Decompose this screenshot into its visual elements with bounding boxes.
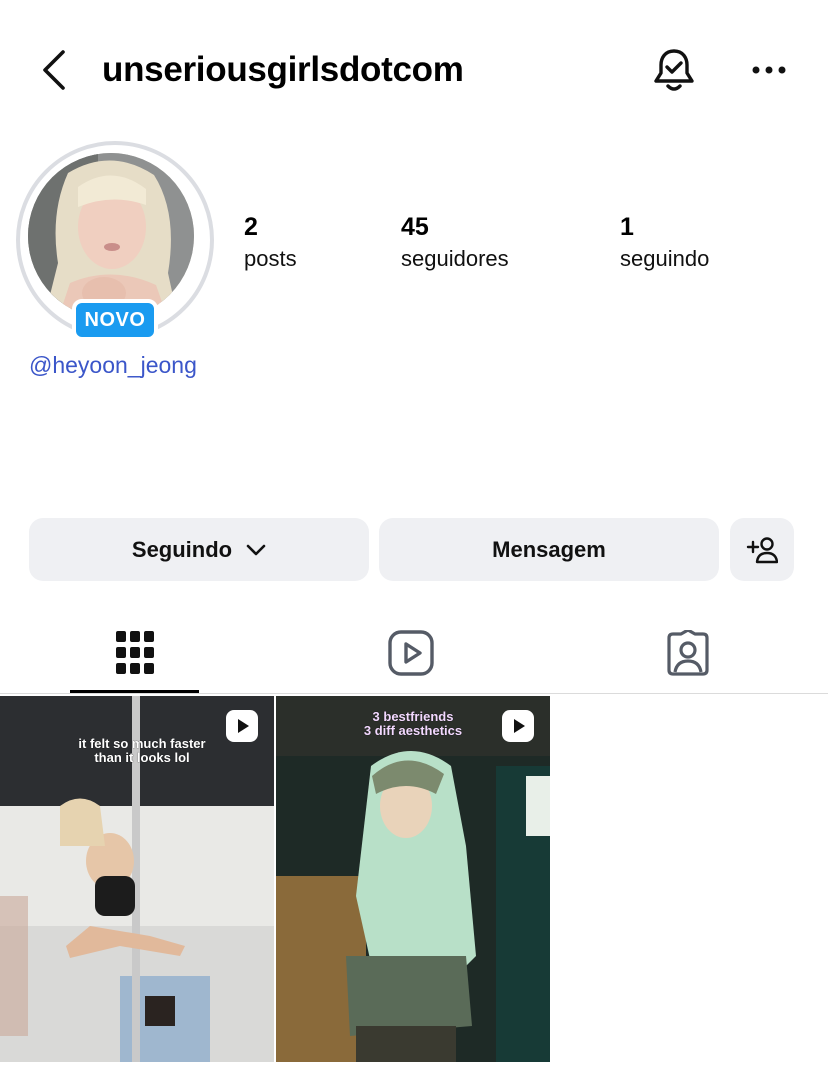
avatar-photo <box>28 153 194 319</box>
stat-followers-label: seguidores <box>401 246 509 271</box>
stat-followers[interactable]: 45 seguidores <box>401 212 509 274</box>
message-button[interactable]: Mensagem <box>379 518 719 581</box>
post-1-caption: it felt so much faster than it looks lol <box>78 736 206 765</box>
stat-posts[interactable]: 2 posts <box>244 212 297 274</box>
add-person-button[interactable] <box>730 518 794 581</box>
stat-posts-value: 2 <box>244 213 258 241</box>
notifications-button[interactable] <box>650 44 698 96</box>
profile-tabs <box>0 612 828 694</box>
add-person-icon <box>746 536 778 563</box>
chevron-down-icon <box>246 544 266 556</box>
bell-check-icon <box>654 49 694 91</box>
grid-post-2[interactable]: 3 bestfriends 3 diff aesthetics <box>276 696 550 1062</box>
reel-indicator-icon <box>502 710 534 742</box>
post-2-image <box>276 696 550 1062</box>
reels-icon <box>387 630 434 676</box>
stat-followers-value: 45 <box>401 213 429 241</box>
active-tab-indicator <box>70 690 199 693</box>
reel-indicator-icon <box>226 710 258 742</box>
profile-username-title: unseriousgirlsdotcom <box>102 50 464 89</box>
message-button-label: Mensagem <box>492 536 606 562</box>
following-button-label: Seguindo <box>131 536 233 562</box>
linked-account-handle[interactable]: @heyoon_jeong <box>29 352 197 379</box>
more-horizontal-icon <box>752 66 786 74</box>
stat-following[interactable]: 1 seguindo <box>620 212 709 274</box>
new-badge: NOVO <box>72 299 158 341</box>
stat-posts-label: posts <box>244 246 297 271</box>
grid-icon <box>115 631 154 674</box>
tab-reels[interactable] <box>346 612 475 694</box>
tab-grid[interactable] <box>70 612 199 694</box>
tab-tagged[interactable] <box>623 612 752 694</box>
tagged-person-icon <box>666 630 709 676</box>
following-button[interactable]: Seguindo <box>29 518 369 581</box>
stat-following-label: seguindo <box>620 246 710 271</box>
stat-following-value: 1 <box>620 213 634 241</box>
profile-header: unseriousgirlsdotcom <box>0 0 828 140</box>
more-options-button[interactable] <box>746 54 792 86</box>
chevron-left-icon <box>43 50 65 90</box>
back-button[interactable] <box>34 48 74 92</box>
grid-post-1[interactable]: it felt so much faster than it looks lol <box>0 696 274 1062</box>
